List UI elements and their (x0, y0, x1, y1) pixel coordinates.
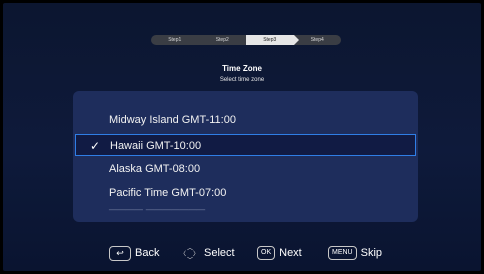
key-hints-bar: ↩ Back ︿ ﹀ 〈 〉 Select OK Next MENU Skip (3, 243, 481, 264)
timezone-option-pacific[interactable]: Pacific Time GMT-07:00 (73, 182, 418, 204)
select-label: Select (204, 247, 235, 259)
next-hint[interactable]: OK Next (257, 243, 302, 263)
setup-stepper: Step1 Step2 Step3 Step4 (151, 35, 341, 45)
timezone-option-label: Alaska GMT-08:00 (109, 163, 201, 175)
next-label: Next (279, 247, 302, 259)
step-3-active: Step3 (246, 35, 298, 45)
back-label: Back (135, 247, 160, 259)
ok-key-icon: OK (257, 246, 276, 260)
timezone-option-alaska[interactable]: Alaska GMT-08:00 (73, 158, 418, 180)
step-2: Step2 (215, 37, 229, 43)
page-title: Time Zone (222, 64, 262, 73)
timezone-option-hawaii[interactable]: ✓ Hawaii GMT-10:00 (75, 134, 416, 156)
select-hint[interactable]: ︿ ﹀ 〈 〉 Select (180, 243, 235, 264)
timezone-option-label: Pacific Time GMT-07:00 (109, 187, 227, 199)
timezone-option-label: Midway Island GMT-11:00 (109, 114, 236, 126)
timezone-option-label: Hawaii GMT-10:00 (110, 140, 202, 152)
timezone-option-partial: ▔▔▔▔ ▔▔▔▔▔▔▔ (73, 205, 418, 215)
dpad-icon: ︿ ﹀ 〈 〉 (180, 246, 200, 264)
back-arrow-icon: ↩ (109, 245, 131, 261)
skip-label: Skip (360, 247, 383, 259)
back-hint[interactable]: ↩ Back (109, 243, 159, 263)
timezone-list: Midway Island GMT-11:00 ✓ Hawaii GMT-10:… (73, 91, 418, 222)
page-subtitle: Select time zone (219, 77, 265, 83)
setup-screen: Step1 Step2 Step3 Step4 Time Zone Select… (3, 3, 481, 271)
step-1: Step1 (168, 37, 182, 43)
skip-hint[interactable]: MENU Skip (328, 243, 382, 263)
step-4: Step4 (310, 37, 324, 43)
checkmark-icon: ✓ (90, 139, 101, 153)
menu-key-icon: MENU (328, 246, 357, 260)
timezone-option-midway[interactable]: Midway Island GMT-11:00 (73, 109, 418, 131)
timezone-option-partial-glyphs: ▔▔▔▔ ▔▔▔▔▔▔▔ (109, 210, 205, 215)
